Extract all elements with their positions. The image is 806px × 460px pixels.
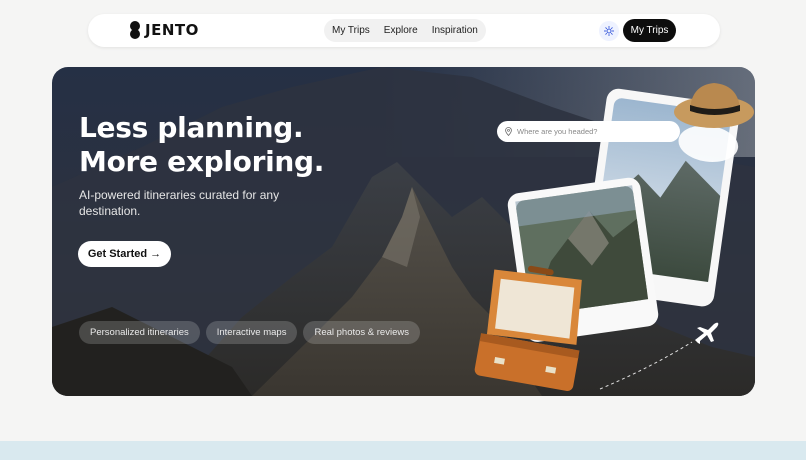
destination-search-input[interactable]: [517, 127, 667, 136]
hero-headline: Less planning. More exploring.: [79, 111, 324, 179]
chip-interactive-maps[interactable]: Interactive maps: [205, 321, 298, 344]
hero-subtext: AI-powered itineraries curated for any d…: [79, 188, 280, 218]
sun-icon: [604, 26, 614, 36]
airplane-icon: [695, 322, 719, 344]
my-trips-button[interactable]: My Trips: [623, 19, 676, 42]
theme-toggle-button[interactable]: [599, 21, 619, 41]
nav-link-inspiration[interactable]: Inspiration: [432, 25, 478, 36]
feature-chips: Personalized itineraries Interactive map…: [79, 321, 420, 344]
chip-real-photos-reviews[interactable]: Real photos & reviews: [303, 321, 420, 344]
top-navbar: JENTO My Trips Explore Inspiration My Tr…: [88, 14, 720, 47]
nav-links: My Trips Explore Inspiration: [324, 19, 486, 42]
logo-text: JENTO: [145, 21, 199, 39]
hero-section: Less planning. More exploring. AI-powere…: [52, 67, 755, 396]
logo-icon: [130, 21, 140, 39]
brand-logo[interactable]: JENTO: [130, 21, 199, 39]
location-pin-icon: [505, 127, 512, 136]
nav-link-my-trips[interactable]: My Trips: [332, 25, 370, 36]
headline-line-2: More exploring.: [79, 145, 325, 178]
headline-line-1: Less planning.: [79, 111, 304, 144]
destination-search-bar[interactable]: [497, 121, 680, 142]
chip-personalized-itineraries[interactable]: Personalized itineraries: [79, 321, 200, 344]
get-started-button[interactable]: Get Started →: [78, 241, 171, 267]
nav-link-explore[interactable]: Explore: [384, 25, 418, 36]
next-section-band: [0, 441, 806, 460]
